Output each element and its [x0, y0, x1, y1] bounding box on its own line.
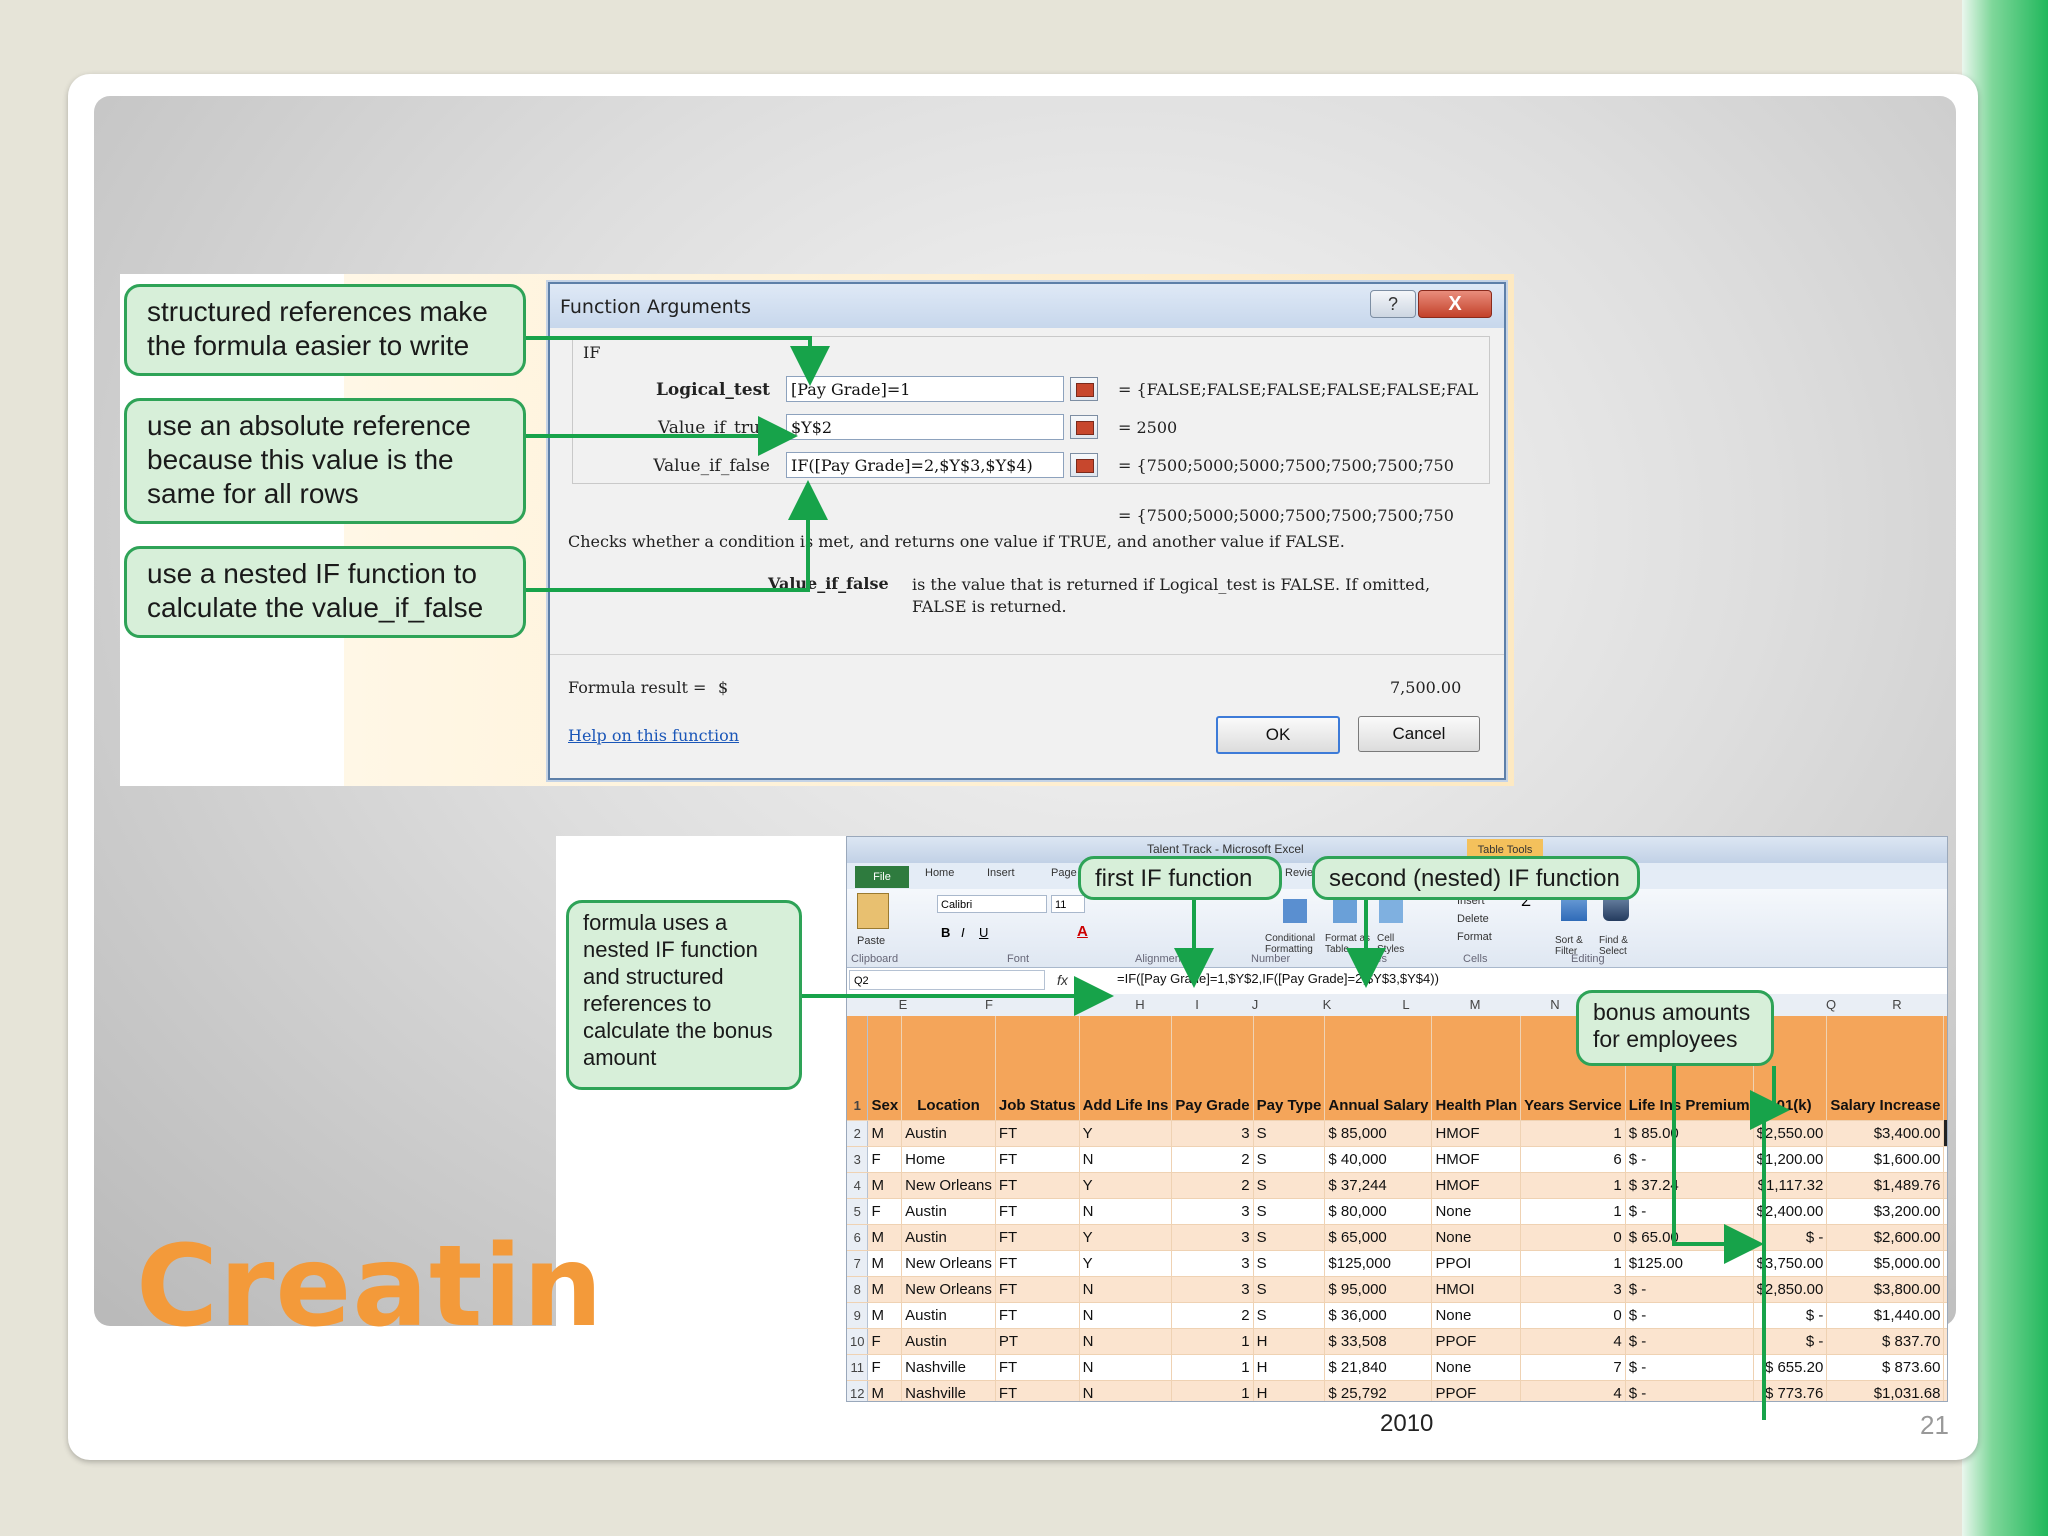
page-number: 21	[1920, 1410, 1949, 1440]
arrow-nested	[526, 480, 828, 592]
slide-footer: 2010	[1380, 1410, 1434, 1437]
arrow-structured	[526, 336, 830, 386]
slide-title: Creatin	[136, 1222, 604, 1352]
arrow-bonus-1	[1672, 1066, 1764, 1264]
arrow-bonus-2	[1750, 1066, 1790, 1130]
